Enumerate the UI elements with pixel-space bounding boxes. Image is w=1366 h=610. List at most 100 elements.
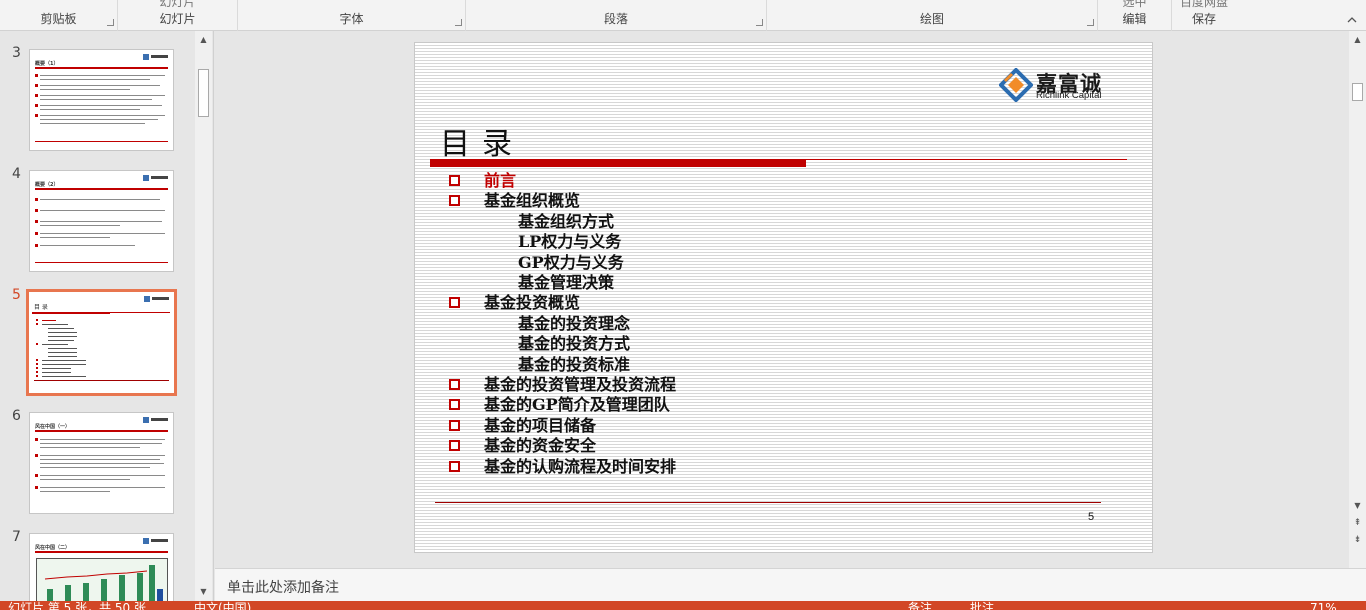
status-bar: 幻灯片 第 5 张，共 50 张 中文(中国) 备注 批注 71% xyxy=(0,601,1366,610)
logo-icon xyxy=(143,175,168,181)
ribbon-group-title: 保存 xyxy=(1191,12,1216,26)
logo-icon xyxy=(143,54,168,60)
editor-scrollbar[interactable]: ▲ ▼ ⇞ ⇟ xyxy=(1349,31,1366,568)
toc-subitem-text: 基金组织方式 xyxy=(518,212,615,231)
mini-toc-bullet xyxy=(36,371,38,373)
next-slide-icon[interactable]: ⇟ xyxy=(1349,531,1366,548)
scroll-up-icon[interactable]: ▲ xyxy=(195,31,212,48)
toc-item-text: 基金投资概览 xyxy=(484,293,581,312)
thumbnail-number: 4 xyxy=(12,166,21,182)
toc-bullet-icon xyxy=(449,440,460,451)
mini-toc-line xyxy=(42,324,68,325)
collapse-ribbon-icon[interactable] xyxy=(1346,14,1358,26)
mini-toc-bullet xyxy=(36,343,38,345)
scroll-up-icon[interactable]: ▲ xyxy=(1349,31,1366,48)
ribbon-group-title: 编辑 xyxy=(1122,12,1147,26)
slide-thumbnail-4[interactable]: 概要（2） xyxy=(29,170,174,272)
footer-divider xyxy=(435,502,1101,503)
scrollbar-thumb[interactable] xyxy=(1352,83,1363,101)
language-indicator[interactable]: 中文(中国) xyxy=(194,602,251,610)
slide-page-number: 5 xyxy=(1088,511,1095,523)
mini-toc-bullet xyxy=(36,319,38,321)
toc-item-text: 前言 xyxy=(484,171,517,190)
thumbnail-title: 概要（1） xyxy=(35,61,59,67)
thumbnail-title: 目 录 xyxy=(34,304,48,311)
mini-toc-bullet xyxy=(36,375,38,377)
toc-item-text: 基金的认购流程及时间安排 xyxy=(484,457,677,476)
ribbon-group-title: 段落 xyxy=(603,12,628,26)
logo-icon xyxy=(143,538,168,544)
mini-toc-line xyxy=(48,356,77,357)
select-button[interactable]: 选中 xyxy=(1098,0,1171,10)
toc-subitem-text: LP权力与义务 xyxy=(518,232,622,251)
notes-pane[interactable]: 单击此处添加备注 xyxy=(215,568,1366,601)
ribbon-group-clipboard: 剪贴板 xyxy=(0,0,118,31)
thumbnail-chart xyxy=(36,558,168,601)
thumbnail-scrollbar[interactable]: ▲ ▼ xyxy=(195,31,212,601)
slide-thumbnail-6[interactable]: 风在中国（一） xyxy=(29,412,174,514)
mini-toc-line xyxy=(42,376,86,377)
title-underline-line xyxy=(806,159,1127,160)
slide-canvas[interactable]: 嘉富诚 Richlink Capital 目录 前言 基金组织概览基金组织方式 LP… xyxy=(414,42,1153,553)
notes-toggle-button[interactable]: 备注 xyxy=(908,602,932,610)
mini-toc-line xyxy=(42,320,56,321)
ribbon-group-title: 幻灯片 xyxy=(159,12,196,26)
slide-thumbnail-3[interactable]: 概要（1） xyxy=(29,49,174,151)
mini-toc-line xyxy=(48,336,77,337)
new-slide-button[interactable]: 幻灯片 xyxy=(118,0,237,10)
mini-toc-line xyxy=(42,372,71,373)
baidu-netdisk-button[interactable]: 百度网盘 xyxy=(1172,0,1236,10)
ribbon-group-title: 字体 xyxy=(339,12,364,26)
slide-editor: 嘉富诚 Richlink Capital 目录 前言 基金组织概览基金组织方式 LP… xyxy=(215,31,1349,568)
toc-item-text: 基金组织概览 xyxy=(484,191,581,210)
toc-subitem-text: 基金的投资理念 xyxy=(518,314,631,333)
toc-bullet-icon xyxy=(449,195,460,206)
mini-toc-line xyxy=(42,360,86,361)
dialog-launcher-icon[interactable] xyxy=(1087,19,1094,26)
mini-toc-line xyxy=(48,328,74,329)
scroll-down-icon[interactable]: ▼ xyxy=(195,583,212,600)
slide-thumbnail-7[interactable]: 风在中国（二） xyxy=(29,533,174,601)
mini-toc-line xyxy=(48,340,74,341)
slide-title[interactable]: 目录 xyxy=(440,119,524,163)
logo-icon xyxy=(999,68,1033,102)
scrollbar-thumb[interactable] xyxy=(198,69,209,117)
toc-subitem-text: GP权力与义务 xyxy=(518,253,624,272)
toc-bullet-icon xyxy=(449,420,460,431)
thumbnail-title: 风在中国（二） xyxy=(35,545,71,551)
notes-placeholder: 单击此处添加备注 xyxy=(227,580,339,596)
toc-item-text: 基金的投资管理及投资流程 xyxy=(484,375,677,394)
dialog-launcher-icon[interactable] xyxy=(107,19,114,26)
scroll-down-icon[interactable]: ▼ xyxy=(1349,497,1366,514)
toc-bullet-icon xyxy=(449,175,460,186)
thumbnail-title: 概要（2） xyxy=(35,182,59,188)
thumbnail-title: 风在中国（一） xyxy=(35,424,71,430)
ribbon-group-editing: 选中 编辑 xyxy=(1098,0,1172,31)
previous-slide-icon[interactable]: ⇞ xyxy=(1349,514,1366,531)
mini-toc-line xyxy=(42,364,86,365)
ribbon-group-font: 字体 xyxy=(238,0,466,31)
dialog-launcher-icon[interactable] xyxy=(455,19,462,26)
ribbon-group-save: 百度网盘 保存 xyxy=(1172,0,1236,31)
thumbnail-number: 7 xyxy=(12,529,21,545)
zoom-level[interactable]: 71% xyxy=(1310,602,1337,610)
ribbon-group-slides: 幻灯片 幻灯片 xyxy=(118,0,238,31)
ribbon-group-drawing: 绘图 xyxy=(767,0,1098,31)
logo-english-name: Richlink Capital xyxy=(1036,90,1102,101)
ribbon: 剪贴板 幻灯片 幻灯片 字体 段落 绘图 选中 编辑 百度网盘 保存 xyxy=(0,0,1366,31)
mini-toc-bullet xyxy=(36,323,38,325)
mini-toc-line xyxy=(42,368,71,369)
dialog-launcher-icon[interactable] xyxy=(756,19,763,26)
toc-item-text: 基金的项目储备 xyxy=(484,416,597,435)
toc-subitem-text: 基金的投资方式 xyxy=(518,334,631,353)
toc-item-text: 基金的GP简介及管理团队 xyxy=(484,395,670,414)
comments-toggle-button[interactable]: 批注 xyxy=(970,602,994,610)
logo-icon xyxy=(144,296,169,302)
toc-bullet-icon xyxy=(449,379,460,390)
toc-bullet-icon xyxy=(449,461,460,472)
slide-thumbnail-5[interactable]: 目 录 xyxy=(26,289,177,396)
thumbnail-number: 3 xyxy=(12,45,21,61)
toc-item-text: 基金的资金安全 xyxy=(484,436,597,455)
ribbon-group-title: 绘图 xyxy=(919,12,944,26)
company-logo: 嘉富诚 Richlink Capital xyxy=(999,68,1109,102)
